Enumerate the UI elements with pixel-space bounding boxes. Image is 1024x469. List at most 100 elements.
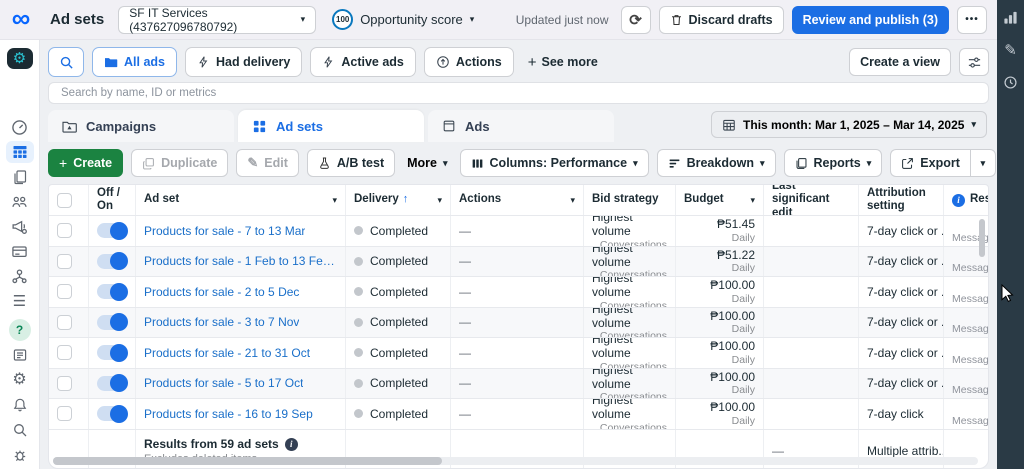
date-range-label: This month: Mar 1, 2025 – Mar 14, 2025 [743,117,965,132]
col-budget[interactable]: Budget ▾ [676,185,764,215]
toggle[interactable] [97,404,128,423]
toggle[interactable] [97,221,128,240]
chevron-down-icon: ▾ [750,194,755,205]
table-search-bar[interactable] [48,82,989,104]
bid-strategy-value: Highest volume [592,368,633,391]
adset-name-link[interactable]: Products for sale - 16 to 19 Sep [144,407,313,421]
toggle[interactable] [97,343,128,362]
row-checkbox[interactable] [57,284,72,300]
bar-chart-icon[interactable] [1003,10,1018,25]
col-bid-strategy[interactable]: Bid strategy [584,185,676,215]
reports-button[interactable]: Reports ▾ [783,149,883,177]
filter-actions[interactable]: Actions [423,47,514,77]
toggle[interactable] [97,282,128,301]
account-selector[interactable]: SF IT Services (437627096780792) ▾ [118,5,317,34]
search-icon [13,424,26,437]
date-range-picker[interactable]: This month: Mar 1, 2025 – Mar 14, 2025 ▾ [711,111,987,138]
view-settings-button[interactable] [959,48,989,76]
filter-all-ads[interactable]: All ads [92,47,177,77]
opportunity-score[interactable]: 100 Opportunity score ▾ [332,9,474,30]
row-checkbox[interactable] [57,375,72,391]
edit-button[interactable]: ✎ Edit [236,149,299,177]
updates-item[interactable] [6,345,34,366]
account-overview-item[interactable] [6,117,34,138]
report-problem-item[interactable] [6,444,34,465]
see-more-button[interactable]: + See more [522,54,604,71]
notifications-item[interactable] [6,394,34,415]
app-badge-icon[interactable]: ⚙ [6,48,33,69]
adset-name-link[interactable]: Products for sale - 3 to 7 Nov [144,315,299,329]
search-filter-button[interactable] [48,47,84,77]
filter-active-ads[interactable]: Active ads [310,47,416,77]
tab-ads[interactable]: Ads [428,110,614,142]
vertical-scrollbar-thumb[interactable] [979,219,985,257]
audiences-item[interactable] [6,191,34,212]
search-input[interactable] [61,87,976,99]
tab-campaigns[interactable]: Campaigns [48,110,234,142]
columns-button[interactable]: Columns: Performance ▾ [459,149,649,177]
advertising-settings-item[interactable] [6,216,34,237]
adset-name-link[interactable]: Products for sale - 5 to 17 Oct [144,376,303,390]
refresh-button[interactable]: ⟳ [620,5,651,34]
edit-pencil-icon[interactable]: ✎ [1004,41,1017,59]
adset-name-link[interactable]: Products for sale - 1 Feb to 13 Feb 2022 [144,254,337,268]
toggle[interactable] [97,313,128,332]
budget-value: ₱100.00 [710,308,755,323]
row-checkbox[interactable] [57,253,72,269]
more-menu-button[interactable]: More ▾ [403,156,451,170]
create-view-button[interactable]: Create a view [849,48,951,76]
row-checkbox[interactable] [57,314,72,330]
more-options-button[interactable]: ••• [957,5,987,34]
horizontal-scrollbar-thumb[interactable] [53,457,442,465]
ads-reporting-item[interactable] [6,166,34,187]
actions-value: — [459,315,471,330]
footer-last-edit: — [772,444,784,458]
create-button[interactable]: + Create [48,149,124,177]
adset-name-link[interactable]: Products for sale - 7 to 13 Mar [144,224,305,238]
toggle[interactable] [97,374,128,393]
col-attribution[interactable]: Attribution setting [859,185,944,215]
adset-name-link[interactable]: Products for sale - 21 to 31 Oct [144,346,310,360]
billing-item[interactable] [6,241,34,262]
col-delivery[interactable]: Delivery ↑ ▾ [346,185,451,215]
chevron-down-icon: ▾ [469,14,475,24]
settings-item[interactable]: ⚙ [6,370,34,391]
pages-icon [13,170,26,185]
all-tools-item[interactable]: ☰ [6,290,34,311]
actions-value: — [459,223,471,238]
left-nav-rail: ⚙ ☰ ? ⚙ [0,40,40,469]
col-last-edit[interactable]: Last significant edit [764,185,859,215]
footer-attribution: Multiple attrib... [867,444,944,458]
breakdown-button[interactable]: Breakdown ▾ [656,149,776,177]
business-structure-item[interactable] [6,266,34,287]
row-checkbox[interactable] [57,406,72,422]
row-checkbox[interactable] [57,223,72,239]
toggle[interactable] [97,252,128,271]
export-dropdown-button[interactable]: ▾ [969,149,996,177]
col-ad-set[interactable]: Ad set ▾ [136,185,346,215]
campaigns-nav-item[interactable] [5,141,34,163]
ab-test-button[interactable]: A/B test [306,149,396,177]
right-tool-rail: ✎ [997,0,1024,469]
discard-drafts-button[interactable]: Discard drafts [658,5,784,34]
edit-label: Edit [264,156,288,170]
duplicate-button[interactable]: Duplicate [131,149,229,177]
filter-had-delivery[interactable]: Had delivery [185,47,303,77]
col-results[interactable]: i Results [944,185,988,215]
horizontal-scrollbar[interactable] [53,457,978,465]
search-nav-item[interactable] [6,419,34,440]
chevron-down-icon: ▾ [443,157,448,168]
delivery-status: Completed [370,345,429,360]
tab-ad-sets[interactable]: Ad sets [238,110,424,142]
export-button[interactable]: Export [890,149,970,177]
help-item[interactable]: ? [6,319,34,342]
delivery-status-dot [354,348,363,358]
history-clock-icon[interactable] [1003,75,1018,90]
col-actions[interactable]: Actions ▾ [451,185,584,215]
row-checkbox[interactable] [57,345,72,361]
select-all-checkbox[interactable] [57,192,72,208]
review-publish-button[interactable]: Review and publish (3) [791,5,949,34]
adset-name-link[interactable]: Products for sale - 2 to 5 Dec [144,285,299,299]
table-row: Products for sale - 1 Feb to 13 Feb 2022… [49,246,988,277]
meta-logo[interactable]: ∞ [0,5,42,31]
